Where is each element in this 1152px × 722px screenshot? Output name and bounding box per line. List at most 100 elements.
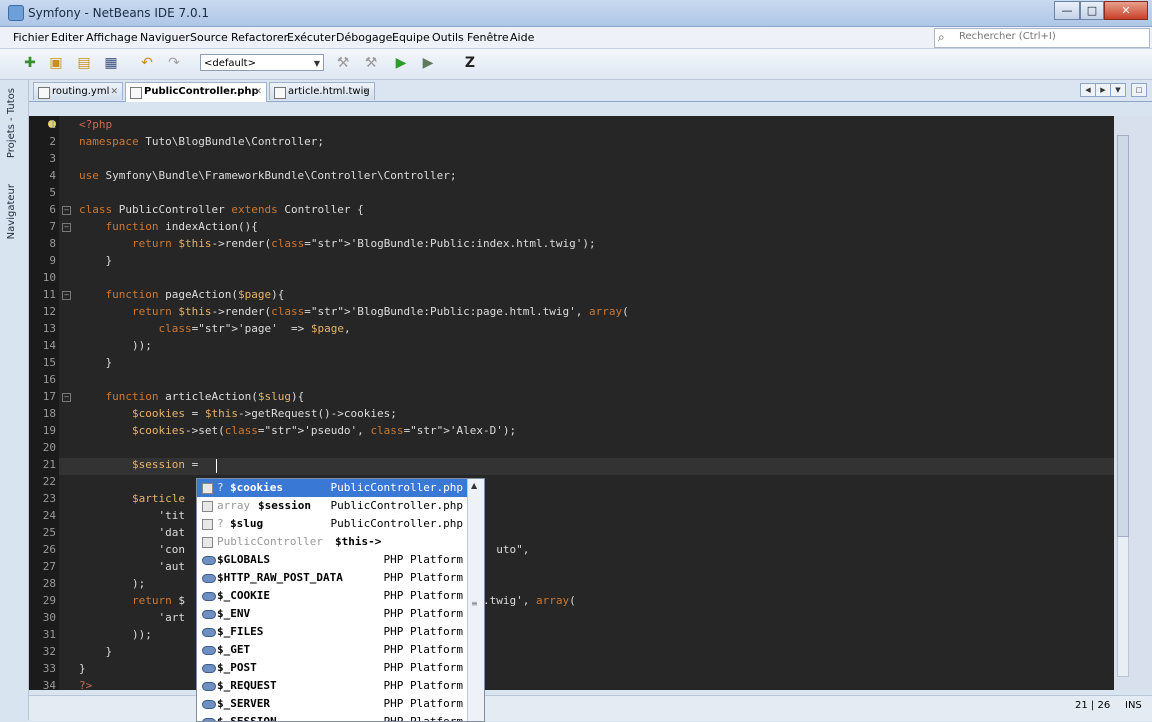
completion-item[interactable]: $_REQUEST PHP Platform [197, 677, 467, 695]
new-file-icon[interactable]: ✚ [20, 53, 40, 73]
code-fold-icon[interactable]: − [62, 393, 71, 402]
completion-item-source: PHP Platform [383, 661, 463, 674]
line-number: 29 [42, 594, 56, 607]
popup-scrollbar[interactable]: ▲ ≡ [467, 479, 484, 721]
line-number: 20 [42, 441, 56, 454]
line-number: 12 [42, 305, 56, 318]
code-completion-popup[interactable]: ? $cookies PublicController.php array $sessi… [196, 478, 485, 722]
scrollbar-thumb[interactable] [1117, 135, 1129, 537]
chevron-down-icon: ▼ [313, 59, 320, 68]
close-icon[interactable]: ✕ [110, 83, 118, 101]
code-line: $article [131, 492, 185, 505]
completion-item[interactable]: $_POST PHP Platform [197, 659, 467, 677]
save-all-icon[interactable]: ▦ [101, 53, 121, 73]
maximize-editor-icon[interactable]: □ [1131, 83, 1147, 97]
line-number: 26 [42, 543, 56, 556]
close-icon[interactable]: ✕ [254, 83, 262, 101]
completion-item[interactable]: $_COOKIE PHP Platform [197, 587, 467, 605]
completion-item[interactable]: ? $cookies PublicController.php [197, 479, 467, 497]
code-line: ); [79, 577, 146, 590]
completion-item[interactable]: $GLOBALS PHP Platform [197, 551, 467, 569]
build-icon[interactable]: ⚒ [333, 53, 353, 73]
clean-build-icon[interactable]: ⚒ [361, 53, 381, 73]
completion-item[interactable]: $_FILES PHP Platform [197, 623, 467, 641]
tab-article-twig[interactable]: article.html.twig ✕ [269, 82, 375, 100]
current-line-highlight [59, 458, 1114, 475]
maximize-button[interactable]: □ [1080, 1, 1104, 20]
completion-item-name: $_COOKIE [217, 589, 270, 602]
php-file-icon [130, 87, 142, 99]
netbeans-app-icon [8, 5, 24, 21]
completion-item-source: PublicController.php [330, 517, 463, 530]
tab-list-dropdown-icon[interactable]: ▼ [1110, 83, 1126, 97]
scroll-tabs-right-icon[interactable]: ▶ [1095, 83, 1111, 97]
quick-search[interactable]: ⌕ [934, 28, 1150, 48]
line-number: 31 [42, 628, 56, 641]
completion-item[interactable]: $_SERVER PHP Platform [197, 695, 467, 713]
menu-source[interactable]: Source [190, 31, 228, 44]
debug-icon[interactable]: ▶ [418, 53, 438, 73]
text-caret [216, 459, 217, 473]
new-project-icon[interactable]: ▣ [46, 53, 66, 73]
search-input[interactable] [959, 31, 1144, 42]
close-window-button[interactable]: ✕ [1104, 1, 1148, 20]
code-fold-icon[interactable]: − [62, 206, 71, 215]
code-line: function indexAction(){ [105, 220, 258, 233]
menu-fenetre[interactable]: Fenêtre [467, 31, 509, 44]
projects-panel-tab[interactable]: Projets - Tutos [6, 88, 17, 158]
completion-item-source: PHP Platform [383, 625, 463, 638]
tab-public-controller[interactable]: PublicController.php ✕ [125, 82, 267, 102]
menu-refactorer[interactable]: Refactorer [231, 31, 288, 44]
close-icon[interactable]: ✕ [362, 83, 370, 101]
open-project-icon[interactable]: ▤ [74, 53, 94, 73]
tab-routing-yml[interactable]: routing.yml ✕ [33, 82, 123, 100]
code-fold-icon[interactable]: − [62, 291, 71, 300]
scroll-grip-icon: ≡ [471, 599, 478, 608]
line-number: 3 [49, 152, 56, 165]
redo-icon[interactable]: ↷ [164, 53, 184, 73]
menu-executer[interactable]: Exécuter [287, 31, 336, 44]
menu-fichier[interactable]: Fichier [13, 31, 49, 44]
minimize-button[interactable]: — [1054, 1, 1080, 20]
completion-item-source: PHP Platform [383, 553, 463, 566]
run-icon[interactable]: ▶ [391, 53, 411, 73]
completion-item[interactable]: array $session PublicController.php [197, 497, 467, 515]
zend-icon[interactable]: Z [460, 53, 480, 73]
line-number: 30 [42, 611, 56, 624]
configuration-select[interactable]: <default> ▼ [200, 54, 324, 71]
menu-aide[interactable]: Aide [510, 31, 534, 44]
completion-item-source: PHP Platform [383, 571, 463, 584]
code-fold-icon[interactable]: − [62, 223, 71, 232]
code-line: )); [79, 339, 152, 352]
code-line: <?php [79, 118, 113, 131]
undo-icon[interactable]: ↶ [137, 53, 157, 73]
completion-item[interactable]: PublicController $this-> [197, 533, 467, 551]
code-editor[interactable]: 1 2 3 4 5 6−7−8 9 10 11−12 13 14 15 16 17−18 19 20 21 22 2… [29, 116, 1114, 690]
global-variable-icon [202, 628, 216, 637]
line-number: 2 [49, 135, 56, 148]
menu-affichage[interactable]: Affichage [86, 31, 138, 44]
search-icon[interactable]: ⌕ [938, 30, 945, 45]
line-number: 22 [42, 475, 56, 488]
completion-item[interactable]: $HTTP_RAW_POST_DATA PHP Platform [197, 569, 467, 587]
code-line: )); [79, 628, 152, 641]
line-number: 6 [49, 203, 56, 216]
navigator-panel-tab[interactable]: Navigateur [6, 184, 17, 239]
completion-item[interactable]: ? $slug PublicController.php [197, 515, 467, 533]
global-variable-icon [202, 592, 216, 601]
chevron-up-icon[interactable]: ▲ [471, 481, 477, 490]
completion-item-type: ? [217, 481, 224, 494]
completion-item[interactable]: $_GET PHP Platform [197, 641, 467, 659]
menu-debogage[interactable]: Débogage [336, 31, 392, 44]
completion-item[interactable]: $_ENV PHP Platform [197, 605, 467, 623]
global-variable-icon [202, 574, 216, 583]
completion-item[interactable]: $_SESSION PHP Platform [197, 713, 467, 721]
menu-naviguer[interactable]: Naviguer [140, 31, 190, 44]
completion-item-source: PHP Platform [383, 643, 463, 656]
menu-editer[interactable]: Editer [51, 31, 84, 44]
line-number: 13 [42, 322, 56, 335]
completion-item-source: PHP Platform [383, 589, 463, 602]
menu-equipe[interactable]: Equipe [392, 31, 430, 44]
menu-outils[interactable]: Outils [432, 31, 464, 44]
scroll-tabs-left-icon[interactable]: ◀ [1080, 83, 1096, 97]
